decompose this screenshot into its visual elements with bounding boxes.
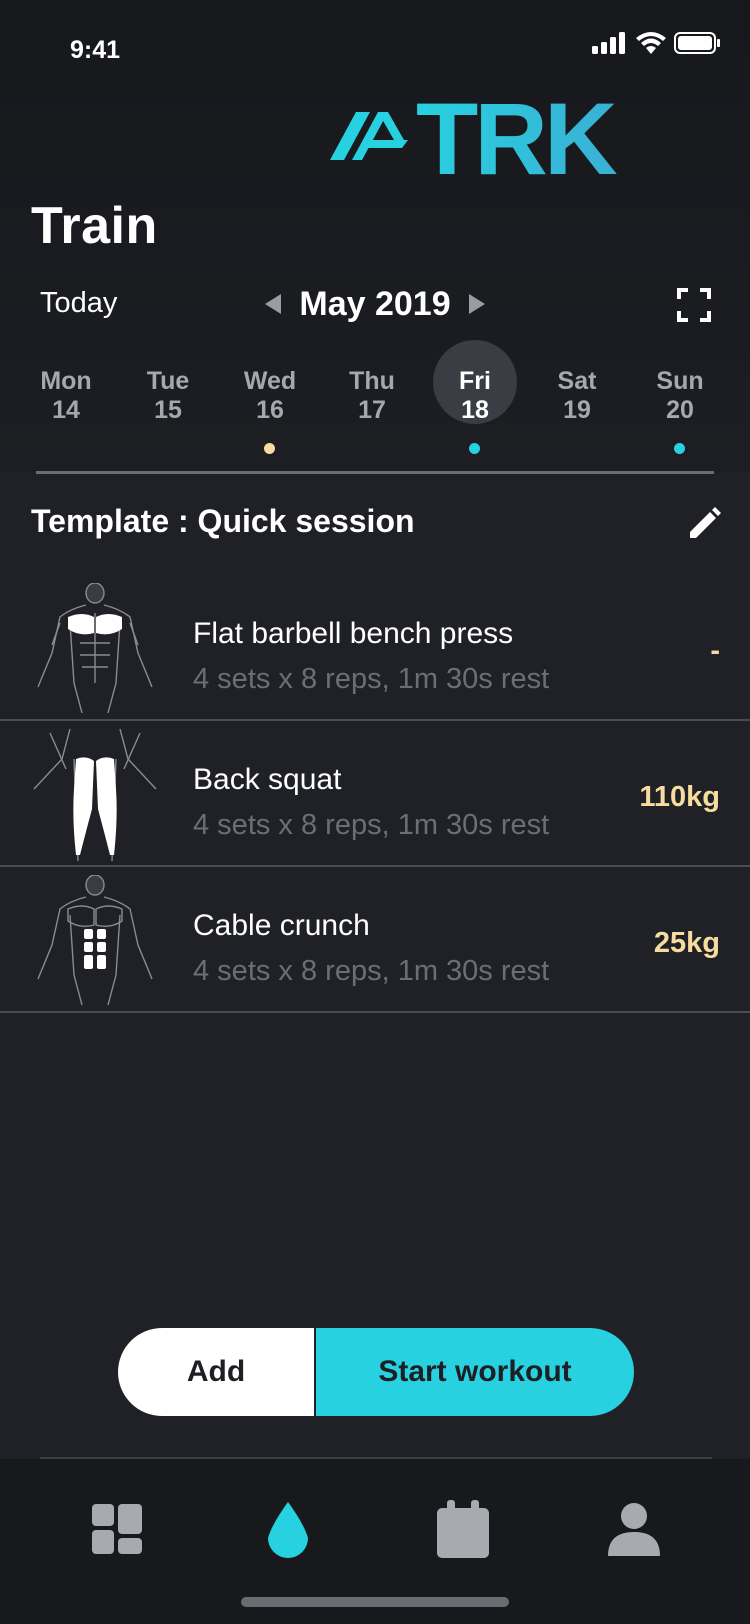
calendar-icon[interactable] [433,1500,493,1560]
start-workout-button[interactable]: Start workout [316,1328,634,1416]
day-name: Thu [349,367,395,395]
prev-month-icon[interactable] [265,294,282,314]
exercise-name: Back squat [193,763,342,796]
dashboard-icon[interactable] [88,1500,148,1560]
workout-dot [674,443,685,454]
exercise-detail: 4 sets x 8 reps, 1m 30s rest [193,809,550,841]
add-button[interactable]: Add [118,1328,314,1416]
exercise-row[interactable]: Back squat 4 sets x 8 reps, 1m 30s rest … [0,721,750,867]
day-number: 17 [358,396,386,424]
today-button[interactable]: Today [40,287,117,320]
day-sat[interactable]: Sat 19 [535,345,619,429]
status-time: 9:41 [70,36,121,64]
profile-icon[interactable] [604,1500,664,1560]
day-name: Sun [656,367,704,395]
day-name: Tue [146,367,190,395]
chest-muscle-icon [37,583,153,714]
month-label: May 2019 [299,284,451,323]
day-mon[interactable]: Mon 14 [24,345,108,429]
legs-muscle-icon [33,729,157,861]
exercise-detail: 4 sets x 8 reps, 1m 30s rest [193,663,550,695]
signal-icon [592,32,625,54]
day-wed[interactable]: Wed 16 [228,345,312,454]
exercise-name: Flat barbell bench press [193,617,514,650]
day-number: 14 [52,396,80,424]
wifi-icon [636,32,666,54]
battery-icon [674,32,720,54]
day-number: 20 [666,396,694,424]
drop-icon[interactable] [258,1500,318,1560]
exercise-row[interactable]: Cable crunch 4 sets x 8 reps, 1m 30s res… [0,867,750,1013]
status-icons [592,32,720,54]
template-title: Template : Quick session [31,503,415,539]
expand-icon[interactable] [677,288,711,322]
trk-logo: TRK [330,92,621,190]
month-navigator: May 2019 [255,282,495,326]
day-name: Wed [243,367,297,395]
next-month-icon[interactable] [468,294,485,314]
day-number: 15 [154,396,182,424]
workout-dot [469,443,480,454]
day-name: Mon [40,367,92,395]
header: 9:41 TRK Train Today May 2019 Mon 14 Tue… [0,0,750,472]
pencil-icon[interactable] [686,506,722,542]
day-thu[interactable]: Thu 17 [330,345,414,429]
exercise-weight: - [710,635,720,667]
week-divider [36,471,714,474]
day-number: 18 [461,396,489,424]
exercise-weight: 110kg [639,781,720,813]
logo-text: TRK [416,92,617,190]
exercise-name: Cable crunch [193,909,370,942]
day-name: Fri [459,367,491,395]
page-title: Train [31,197,158,255]
day-sun[interactable]: Sun 20 [638,345,722,454]
workout-dot [264,443,275,454]
exercise-row[interactable]: Flat barbell bench press 4 sets x 8 reps… [0,575,750,721]
day-number: 16 [256,396,284,424]
day-fri[interactable]: Fri 18 [433,340,517,454]
week-strip: Mon 14 Tue 15 Wed 16 Thu 17 Fri 18 Sat 1… [0,340,750,455]
exercise-detail: 4 sets x 8 reps, 1m 30s rest [193,955,550,987]
day-name: Sat [557,367,597,395]
day-number: 19 [563,396,591,424]
action-buttons: Add Start workout [118,1328,634,1416]
day-tue[interactable]: Tue 15 [126,345,210,429]
home-indicator[interactable] [241,1597,509,1607]
abs-muscle-icon [37,875,153,1006]
exercise-weight: 25kg [653,927,720,959]
